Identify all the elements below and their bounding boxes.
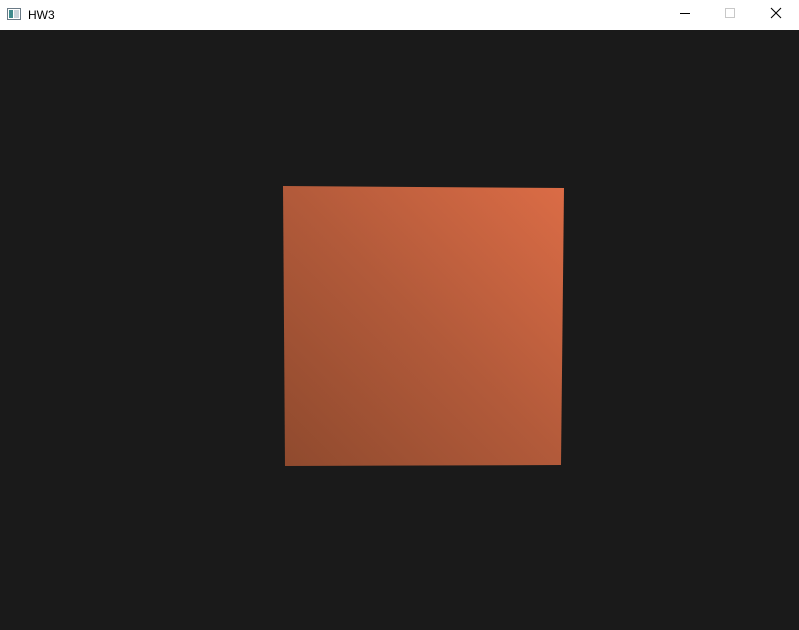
window-title: HW3 [28,8,55,22]
close-button[interactable] [753,0,799,30]
shaded-square-face [283,186,564,466]
app-window: HW3 [0,0,799,630]
minimize-icon [679,6,691,24]
title-bar[interactable]: HW3 [0,0,799,30]
render-viewport[interactable] [0,30,799,630]
maximize-icon [724,6,736,24]
app-window-icon [7,7,21,20]
minimize-button[interactable] [662,0,708,30]
maximize-button[interactable] [707,0,753,30]
close-icon [770,6,782,24]
